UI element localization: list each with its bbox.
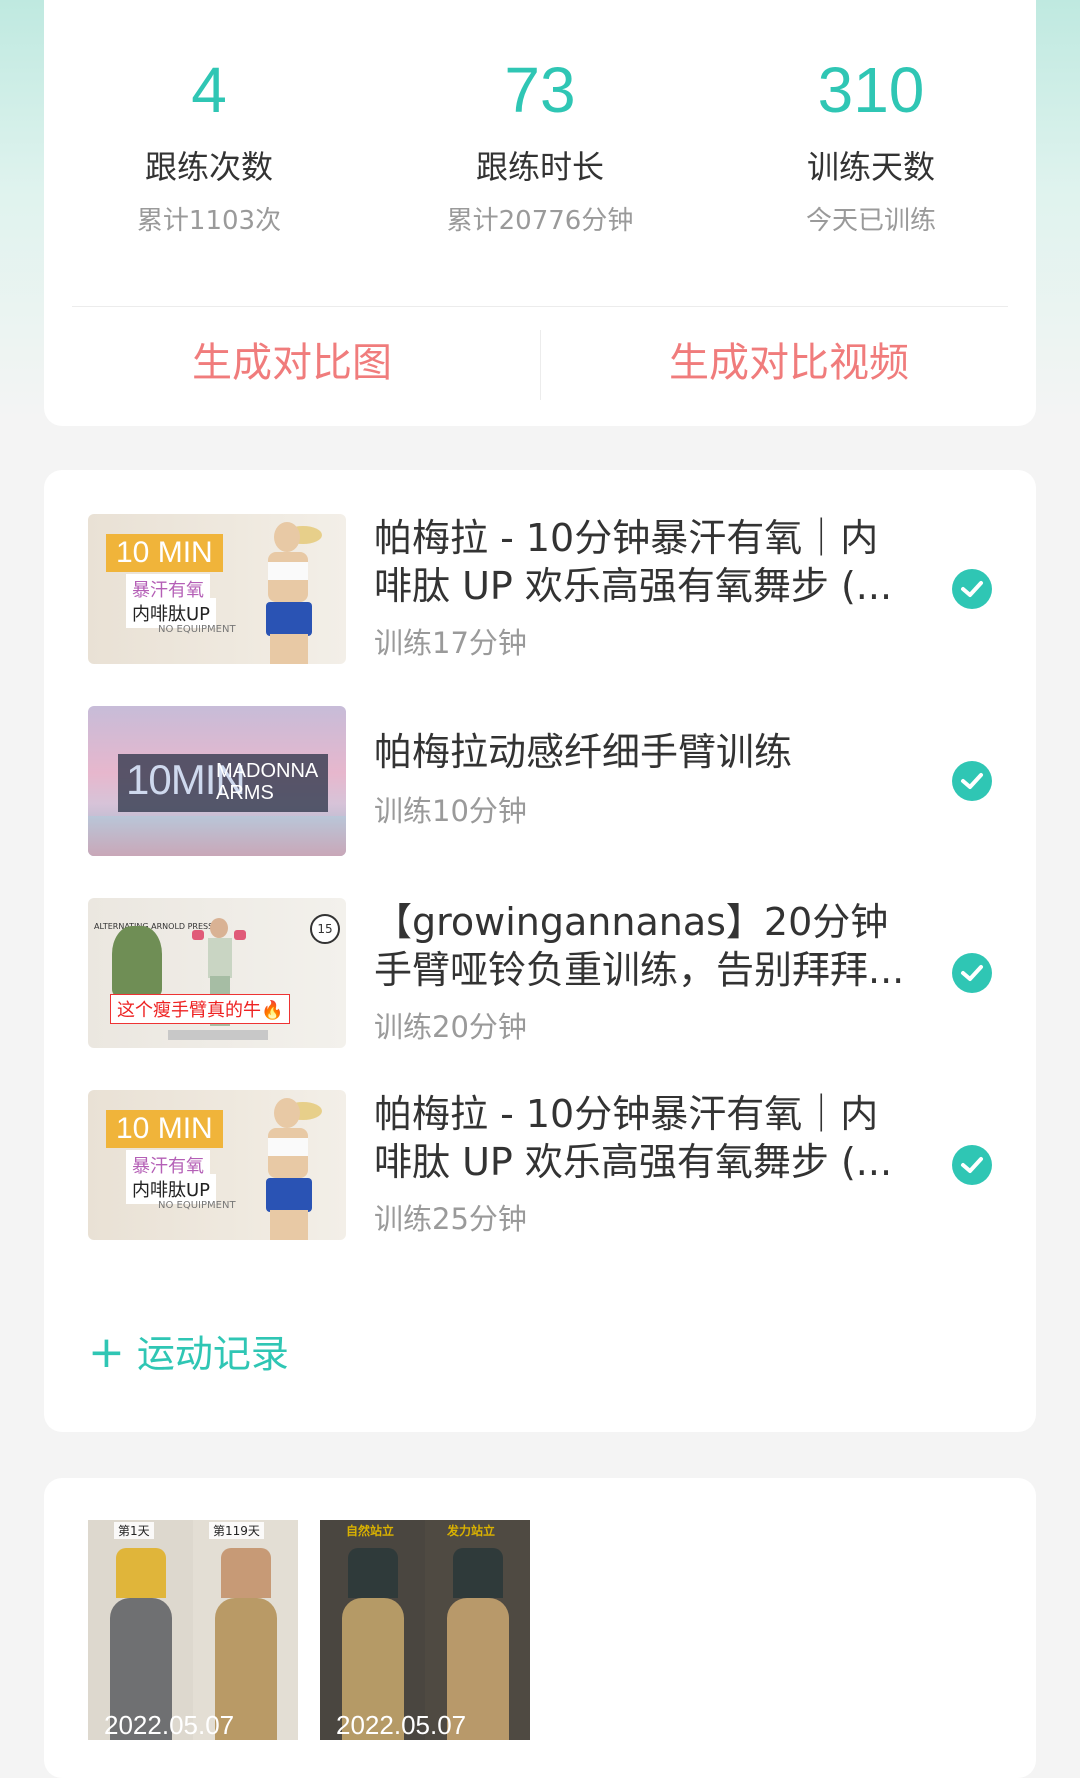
photo-flexed: 发力站立 [425, 1520, 530, 1740]
thumb-small-text: MADONNA ARMS [216, 760, 318, 804]
thumb-sea [88, 816, 346, 856]
workout-title: 帕梅拉 - 10分钟暴汗有氧｜内啡肽 UP 欢乐高强有氧舞步 (... [374, 516, 893, 608]
photo-date: 2022.05.07 [104, 1710, 235, 1740]
thumb-plant [112, 926, 162, 996]
stats-divider [72, 306, 1008, 307]
stat-days[interactable]: 310 训练天数 今天已训练 [706, 0, 1036, 238]
completed-check-icon [952, 1145, 992, 1185]
stat-sessions[interactable]: 4 跟练次数 累计1103次 [44, 0, 374, 238]
completed-check-icon [952, 953, 992, 993]
workout-thumbnail: 10 MIN 暴汗有氧 内啡肽UP NO EQUIPMENT [88, 1090, 346, 1240]
stat-sessions-label: 跟练次数 [144, 148, 273, 186]
workout-title: 【growingannanas】20分钟手臂哑铃负重训练，告别拜拜... [374, 900, 905, 992]
workout-duration: 训练10分钟 [374, 794, 527, 828]
thumb-mat [168, 1030, 268, 1040]
completed-check-icon [952, 569, 992, 609]
photo-after: 第119天 [193, 1520, 298, 1740]
comparison-photo[interactable]: 自然站立 发力站立 2022.05.07 [320, 1520, 530, 1740]
thumb-note: NO EQUIPMENT [158, 1200, 236, 1211]
stat-days-label: 训练天数 [806, 148, 935, 186]
workout-duration: 训练20分钟 [374, 1010, 527, 1044]
comparison-photo[interactable]: 第1天 第119天 2022.05.07 [88, 1520, 298, 1740]
workout-title: 帕梅拉动感纤细手臂训练 [374, 730, 793, 774]
workout-duration: 训练25分钟 [374, 1202, 527, 1236]
plus-icon: + [88, 1327, 125, 1378]
generate-compare-image-button[interactable]: 生成对比图 [44, 320, 540, 406]
stat-duration-number: 73 [504, 54, 576, 126]
stat-days-sub: 今天已训练 [805, 206, 936, 237]
workout-item[interactable]: ALTERNATING ARNOLD PRESS 15 这个瘦手臂真的牛🔥 【g… [88, 898, 992, 1048]
photo-left-label: 自然站立 [346, 1524, 395, 1538]
workout-item[interactable]: 10 MIN 暴汗有氧 内啡肽UP NO EQUIPMENT 帕梅拉 - 10分… [88, 514, 992, 664]
photo-right-label: 第119天 [209, 1522, 264, 1539]
thumb-tag: 10 MIN [106, 534, 223, 572]
stats-card: 4 跟练次数 累计1103次 73 跟练时长 累计20776分钟 310 训练天… [44, 0, 1036, 426]
trainer-figure [254, 1098, 324, 1240]
workout-duration: 训练17分钟 [374, 626, 527, 660]
workout-item[interactable]: 10 MIN 暴汗有氧 内啡肽UP NO EQUIPMENT 帕梅拉 - 10分… [88, 1090, 992, 1240]
photo-date: 2022.05.07 [336, 1710, 467, 1740]
workout-item[interactable]: 10MIN MADONNA ARMS 帕梅拉动感纤细手臂训练 训练10分钟 [88, 706, 992, 856]
stat-days-number: 310 [817, 54, 925, 126]
workout-thumbnail: ALTERNATING ARNOLD PRESS 15 这个瘦手臂真的牛🔥 [88, 898, 346, 1048]
generate-compare-video-button[interactable]: 生成对比视频 [541, 320, 1037, 406]
photo-right-label: 发力站立 [447, 1524, 496, 1538]
thumb-note: NO EQUIPMENT [158, 624, 236, 635]
thumb-caption: 这个瘦手臂真的牛🔥 [110, 994, 291, 1024]
workout-title: 帕梅拉 - 10分钟暴汗有氧｜内啡肽 UP 欢乐高强有氧舞步 (... [374, 1092, 893, 1184]
thumb-tag: 10 MIN [106, 1110, 223, 1148]
progress-photos-card: 第1天 第119天 2022.05.07 自然站立 发力站立 2022.05.0… [44, 1478, 1036, 1778]
completed-check-icon [952, 761, 992, 801]
add-record-label: 运动记录 [136, 1332, 289, 1376]
workout-thumbnail: 10MIN MADONNA ARMS [88, 706, 346, 856]
trainer-figure [254, 522, 324, 664]
thumb-badge: 15 [310, 914, 340, 944]
photo-natural: 自然站立 [320, 1520, 425, 1740]
stat-sessions-number: 4 [191, 54, 227, 126]
photo-left-label: 第1天 [114, 1522, 154, 1539]
add-exercise-record-button[interactable]: + 运动记录 [88, 1328, 289, 1379]
stat-duration[interactable]: 73 跟练时长 累计20776分钟 [375, 0, 705, 238]
stat-sessions-sub: 累计1103次 [136, 206, 282, 237]
stat-duration-label: 跟练时长 [475, 148, 604, 186]
workout-thumbnail: 10 MIN 暴汗有氧 内啡肽UP NO EQUIPMENT [88, 514, 346, 664]
photo-before: 第1天 [88, 1520, 193, 1740]
workout-list-card: 10 MIN 暴汗有氧 内啡肽UP NO EQUIPMENT 帕梅拉 - 10分… [44, 470, 1036, 1432]
stat-duration-sub: 累计20776分钟 [446, 206, 634, 237]
